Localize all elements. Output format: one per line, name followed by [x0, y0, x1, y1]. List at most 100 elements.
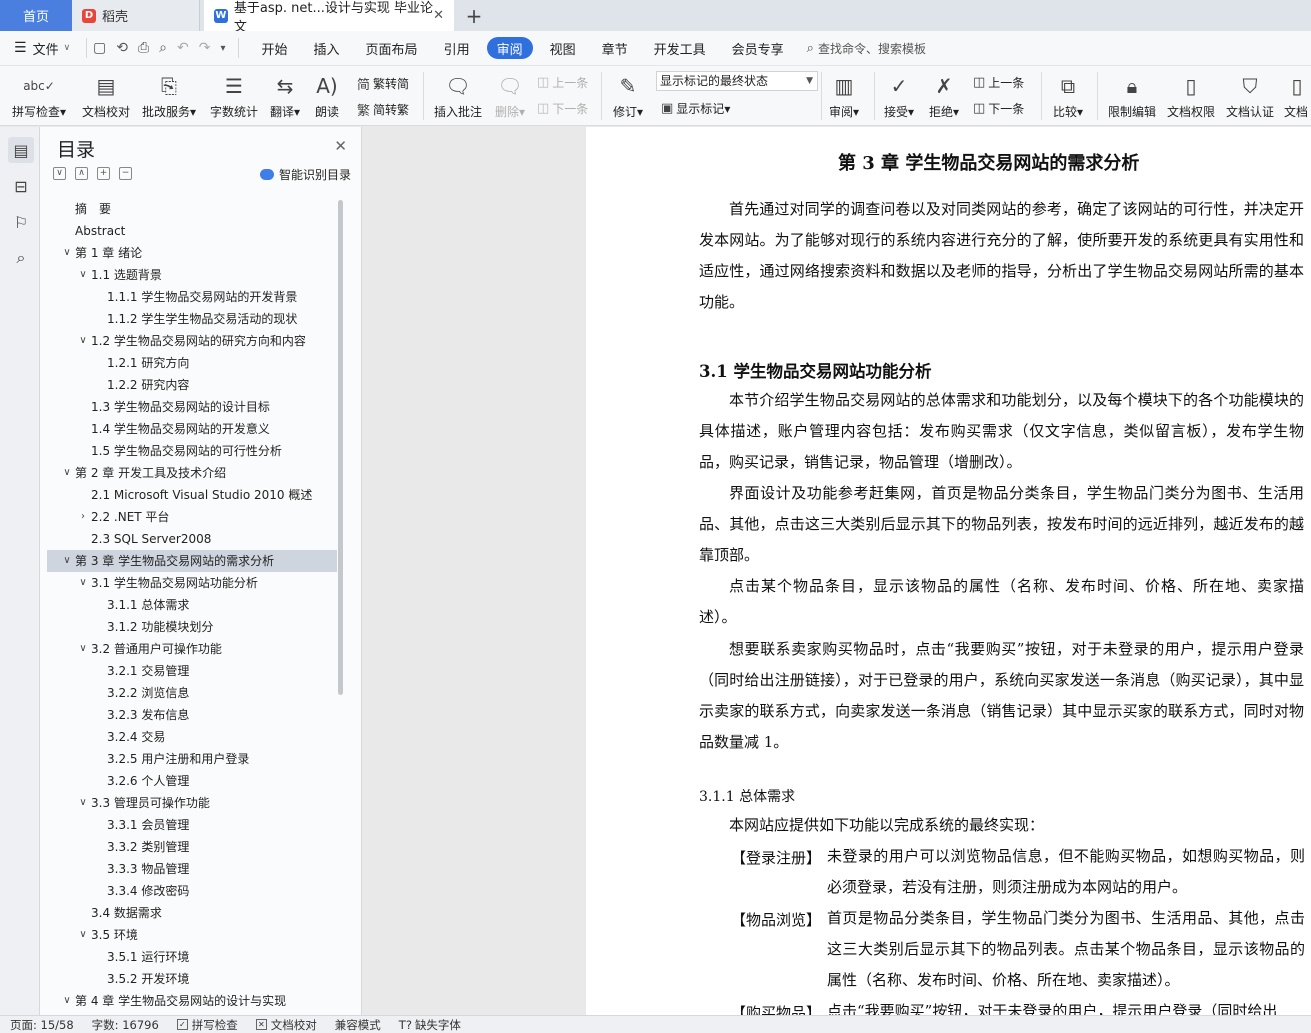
- toc-item[interactable]: ∨ 1.1 选题背景: [47, 264, 337, 286]
- missing-font-status[interactable]: T? 缺失字体: [399, 1017, 461, 1033]
- expand-all-icon[interactable]: ∧: [75, 167, 88, 180]
- toc-item[interactable]: 3.3.3 物品管理: [47, 858, 337, 880]
- tab-insert[interactable]: 插入: [301, 37, 353, 59]
- word-count[interactable]: 字数: 16796: [92, 1017, 159, 1033]
- delete-comment-button[interactable]: 🗨 删除▾: [491, 66, 529, 126]
- chevron-down-icon[interactable]: ∨: [77, 924, 89, 946]
- toc-item[interactable]: ∨ 1.2 学生物品交易网站的研究方向和内容: [47, 330, 337, 352]
- toc-item[interactable]: ∨ 第 4 章 学生物品交易网站的设计与实现: [47, 990, 337, 1006]
- translate-button[interactable]: ⇆ 翻译▾: [267, 66, 303, 126]
- tab-daoke[interactable]: D 稻壳: [72, 0, 200, 31]
- toc-item[interactable]: 3.3.4 修改密码: [47, 880, 337, 902]
- toc-item[interactable]: 3.2.5 用户注册和用户登录: [47, 748, 337, 770]
- display-mode-select[interactable]: 显示标记的最终状态 ▼: [656, 71, 818, 91]
- tab-home[interactable]: 首页: [0, 0, 72, 31]
- doc-certify-button[interactable]: ⛉ 文档认证: [1223, 66, 1277, 126]
- toc-item[interactable]: 3.2.6 个人管理: [47, 770, 337, 792]
- tab-start[interactable]: 开始: [249, 37, 301, 59]
- toc-item[interactable]: ∨ 第 3 章 学生物品交易网站的需求分析: [47, 550, 337, 572]
- toc-item[interactable]: Abstract: [47, 220, 337, 242]
- toc-item[interactable]: 3.1.1 总体需求: [47, 594, 337, 616]
- toc-item[interactable]: 3.5.2 开发环境: [47, 968, 337, 990]
- search-icon[interactable]: ⌕: [8, 245, 34, 271]
- chevron-down-icon[interactable]: ∨: [77, 264, 89, 286]
- chevron-down-icon[interactable]: ∨: [61, 990, 73, 1006]
- tab-references[interactable]: 引用: [431, 37, 483, 59]
- toc-item[interactable]: 1.2.2 研究内容: [47, 374, 337, 396]
- new-tab-button[interactable]: +: [454, 0, 494, 31]
- reject-button[interactable]: ✗ 拒绝▾: [925, 66, 963, 126]
- toc-item[interactable]: › 2.2 .NET 平台: [47, 506, 337, 528]
- print-preview-icon[interactable]: ⌕: [159, 40, 167, 56]
- show-marks-button[interactable]: ▣ 显示标记 ▾: [661, 100, 730, 117]
- tab-document[interactable]: W 基于asp. net...设计与实现 毕业论文 ✕: [204, 0, 454, 35]
- save-icon[interactable]: ▢: [93, 40, 106, 56]
- next-comment-button[interactable]: ◫ 下一条: [537, 100, 588, 117]
- toc-item[interactable]: ∨ 3.3 管理员可操作功能: [47, 792, 337, 814]
- toc-item[interactable]: 2.3 SQL Server2008: [47, 528, 337, 550]
- toc-item[interactable]: 3.4 数据需求: [47, 902, 337, 924]
- toc-item[interactable]: 3.2.1 交易管理: [47, 660, 337, 682]
- smart-toc-button[interactable]: 智能识别目录: [259, 166, 351, 183]
- doc-proof-button[interactable]: ▤ 文档校对: [80, 66, 132, 126]
- chevron-down-icon[interactable]: ∨: [77, 572, 89, 594]
- tab-developer[interactable]: 开发工具: [641, 37, 719, 59]
- toc-item[interactable]: 2.1 Microsoft Visual Studio 2010 概述: [47, 484, 337, 506]
- file-menu[interactable]: ☰ 文件 ∨: [0, 39, 86, 58]
- add-heading-icon[interactable]: +: [97, 167, 110, 180]
- chevron-down-icon[interactable]: ∨: [61, 242, 73, 264]
- chevron-right-icon[interactable]: ›: [77, 506, 89, 528]
- toc-item[interactable]: 3.2.3 发布信息: [47, 704, 337, 726]
- spellcheck-status[interactable]: ✓ 拼写检查: [176, 1017, 238, 1033]
- undo-icon[interactable]: ↶: [177, 40, 189, 56]
- toc-item[interactable]: 1.1.1 学生物品交易网站的开发背景: [47, 286, 337, 308]
- read-aloud-button[interactable]: A) 朗读: [312, 66, 342, 126]
- to-simplified-button[interactable]: 繁简转繁: [357, 100, 409, 119]
- print-icon[interactable]: ⎙: [138, 40, 149, 56]
- collapse-all-icon[interactable]: ∨: [53, 167, 66, 180]
- chevron-down-icon[interactable]: ∨: [61, 550, 73, 572]
- toc-item[interactable]: 1.2.1 研究方向: [47, 352, 337, 374]
- toc-item[interactable]: 3.1.2 功能模块划分: [47, 616, 337, 638]
- prev-comment-button[interactable]: ◫ 上一条: [537, 74, 588, 91]
- to-traditional-button[interactable]: 简繁转简: [357, 74, 409, 93]
- restrict-edit-button[interactable]: 🔒︎ 限制编辑: [1105, 66, 1159, 126]
- toc-item[interactable]: 1.5 学生物品交易网站的可行性分析: [47, 440, 337, 462]
- toc-item[interactable]: 1.1.2 学生学生物品交易活动的现状: [47, 308, 337, 330]
- chevron-down-icon[interactable]: ∨: [77, 638, 89, 660]
- insert-comment-button[interactable]: 🗨 插入批注: [431, 66, 485, 126]
- prev-change-button[interactable]: ◫ 上一条: [973, 74, 1024, 91]
- next-change-button[interactable]: ◫ 下一条: [973, 100, 1024, 117]
- word-count-button[interactable]: ☰ 字数统计: [208, 66, 260, 126]
- compare-button[interactable]: ⧉ 比较▾: [1049, 66, 1087, 126]
- tab-section[interactable]: 章节: [589, 37, 641, 59]
- tab-member[interactable]: 会员专享: [719, 37, 797, 59]
- document-page[interactable]: 第 3 章 学生物品交易网站的需求分析 首先通过对同学的调查问卷以及对同类网站的…: [586, 127, 1311, 1015]
- close-icon[interactable]: ✕: [334, 137, 347, 155]
- toc-item[interactable]: 1.3 学生物品交易网站的设计目标: [47, 396, 337, 418]
- toc-item[interactable]: 3.5.1 运行环境: [47, 946, 337, 968]
- spellcheck-button[interactable]: abc✓ 拼写检查▾: [10, 66, 68, 126]
- tab-review[interactable]: 审阅: [486, 37, 533, 59]
- remove-heading-icon[interactable]: −: [119, 167, 132, 180]
- tab-view[interactable]: 视图: [537, 37, 589, 59]
- review-pane-button[interactable]: ▥ 审阅▾: [826, 66, 862, 126]
- toc-item[interactable]: 3.3.1 会员管理: [47, 814, 337, 836]
- toc-item[interactable]: ∨ 3.1 学生物品交易网站功能分析: [47, 572, 337, 594]
- toc-item[interactable]: 3.2.2 浏览信息: [47, 682, 337, 704]
- toc-item[interactable]: 3.2.4 交易: [47, 726, 337, 748]
- toc-item[interactable]: 3.3.2 类别管理: [47, 836, 337, 858]
- customize-icon[interactable]: ▾: [220, 43, 225, 54]
- command-search[interactable]: ⌕ 查找命令、搜索模板: [807, 40, 926, 57]
- toc-item[interactable]: ∨ 第 1 章 绪论: [47, 242, 337, 264]
- redo-icon[interactable]: ↷: [199, 40, 211, 56]
- close-tab-icon[interactable]: ✕: [433, 8, 444, 23]
- proof-status[interactable]: ✕ 文档校对: [255, 1017, 317, 1033]
- review-service-button[interactable]: ⎘ 批改服务▾: [140, 66, 198, 126]
- accept-button[interactable]: ✓ 接受▾: [880, 66, 918, 126]
- doc-permission-button[interactable]: ▯ 文档权限: [1164, 66, 1218, 126]
- chevron-down-icon[interactable]: ∨: [77, 792, 89, 814]
- doc-more-button[interactable]: ▯ 文档: [1284, 66, 1311, 126]
- toc-item[interactable]: 1.4 学生物品交易网站的开发意义: [47, 418, 337, 440]
- bookmark-icon[interactable]: ⚐: [8, 209, 34, 235]
